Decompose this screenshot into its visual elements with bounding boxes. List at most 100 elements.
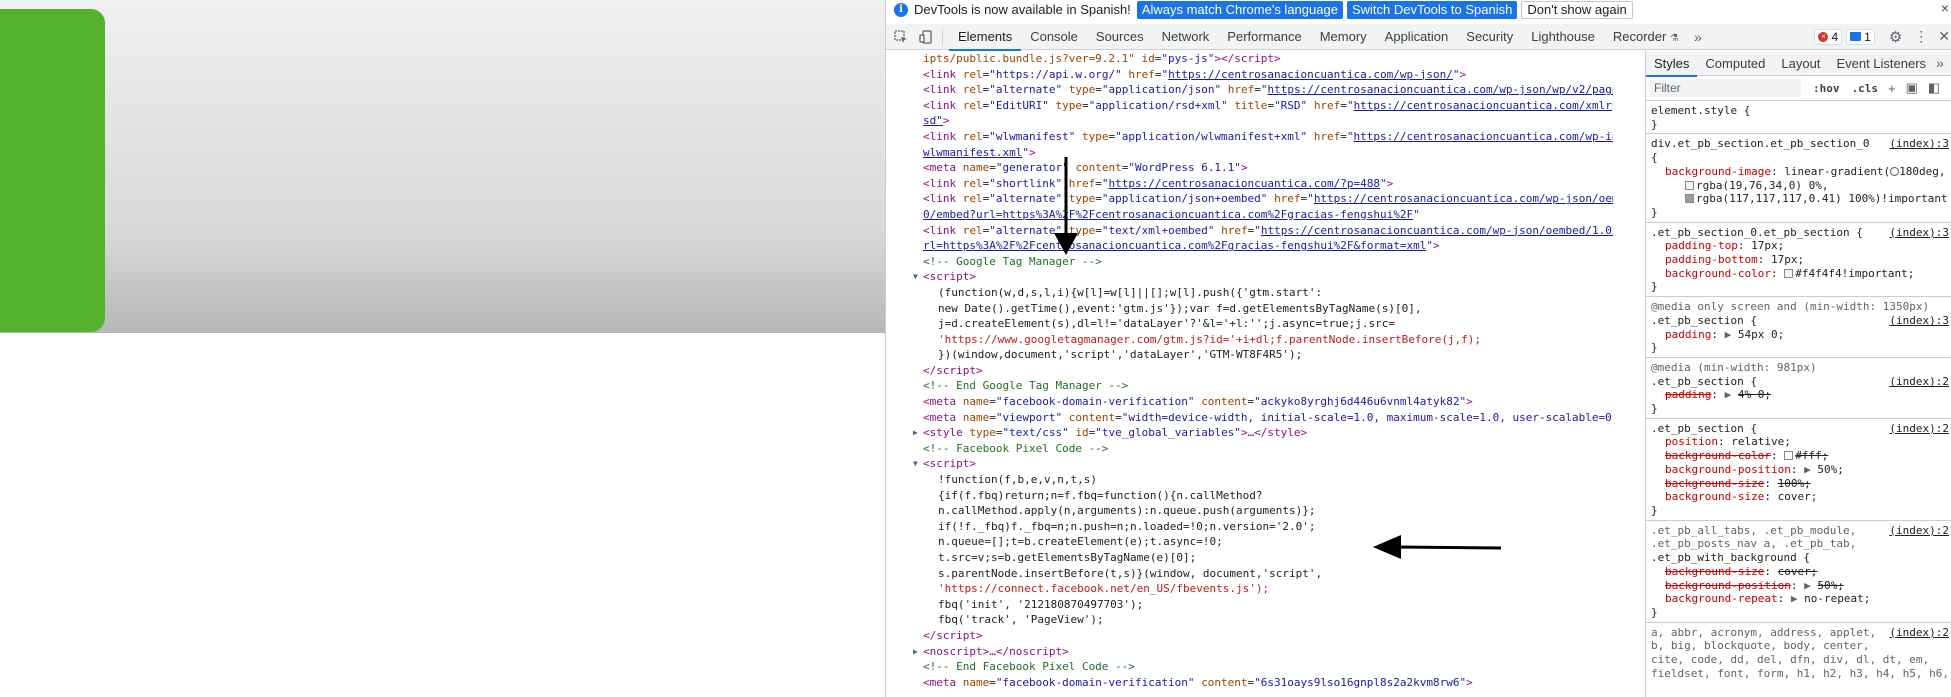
dom-line[interactable]: <link rel="https://api.w.org/" href="htt… bbox=[886, 67, 1613, 83]
href-link-cont[interactable]: wlwmanifest.xml bbox=[923, 146, 1022, 159]
dom-line[interactable]: n.callMethod.apply(n,arguments):n.queue.… bbox=[886, 503, 1613, 519]
href-link[interactable]: https://centrosanacioncuantica.com/wp-js… bbox=[1168, 68, 1453, 81]
declaration[interactable]: padding-bottom: 17px; bbox=[1651, 253, 1951, 267]
tab-memory[interactable]: Memory bbox=[1311, 24, 1376, 50]
sidebar-toggle-icon[interactable]: ◧ bbox=[1928, 80, 1940, 96]
color-swatch[interactable] bbox=[1784, 268, 1794, 278]
expand-triangle-icon[interactable]: ▶ bbox=[913, 425, 918, 441]
tab-elements[interactable]: Elements bbox=[949, 24, 1022, 51]
dom-line[interactable]: <link rel="alternate" type="application/… bbox=[886, 82, 1613, 98]
expand-triangle-icon[interactable]: ▼ bbox=[913, 269, 918, 285]
tab-event-listeners[interactable]: Event Listeners bbox=[1828, 51, 1934, 76]
dom-line[interactable]: {if(f.fbq)return;n=f.fbq=function(){n.ca… bbox=[886, 488, 1613, 504]
href-link-cont[interactable]: rl=https%3A%2F%2Fcentrosanacioncuantica.… bbox=[923, 239, 1426, 252]
dom-line[interactable]: rl=https%3A%2F%2Fcentrosanacioncuantica.… bbox=[886, 238, 1613, 254]
tab-performance[interactable]: Performance bbox=[1218, 24, 1310, 50]
gear-icon[interactable]: ⚙ bbox=[1889, 28, 1902, 46]
dom-line[interactable]: wlwmanifest.xml"> bbox=[886, 145, 1613, 161]
color-swatch[interactable] bbox=[1685, 194, 1694, 204]
more-sidebar-tabs-icon[interactable]: » bbox=[1936, 55, 1944, 71]
tab-styles[interactable]: Styles bbox=[1646, 51, 1698, 77]
error-count-badge[interactable]: × 4 bbox=[1814, 28, 1843, 45]
expand-triangle-icon[interactable]: ▶ bbox=[1804, 463, 1811, 476]
declaration[interactable]: background-position: ▶ 50%; bbox=[1651, 463, 1951, 477]
tab-security[interactable]: Security bbox=[1457, 24, 1522, 50]
dom-line[interactable]: 'https://www.googletagmanager.com/gtm.js… bbox=[886, 332, 1613, 348]
tab-lighthouse[interactable]: Lighthouse bbox=[1522, 24, 1604, 50]
expand-triangle-icon[interactable]: ▶ bbox=[913, 644, 918, 660]
dom-line[interactable]: <link rel="alternate" type="text/xml+oem… bbox=[886, 223, 1613, 239]
dom-line[interactable]: </script> bbox=[886, 628, 1613, 644]
href-link[interactable]: https://centrosanacioncuantica.com/wp-js… bbox=[1261, 224, 1613, 237]
dom-line[interactable]: new Date().getTime(),event:'gtm.js'});va… bbox=[886, 301, 1613, 317]
dom-line[interactable]: <!-- End Facebook Pixel Code --> bbox=[886, 659, 1613, 675]
rule-source-link[interactable]: (index):3 bbox=[1889, 137, 1949, 152]
inspect-element-icon[interactable] bbox=[891, 27, 911, 47]
declaration[interactable]: background-image: linear-gradient(180deg… bbox=[1651, 165, 1951, 179]
dom-line[interactable]: j=d.createElement(s),dl=l!='dataLayer'?'… bbox=[886, 316, 1613, 332]
dom-line[interactable]: <link rel="EditURI" type="application/rs… bbox=[886, 98, 1613, 114]
rule-source-link[interactable]: (index):2 bbox=[1889, 625, 1949, 640]
more-tabs-icon[interactable]: » bbox=[1694, 29, 1702, 45]
green-card[interactable] bbox=[0, 9, 105, 332]
kebab-menu-icon[interactable]: ⋮ bbox=[1914, 28, 1928, 45]
href-link[interactable]: https://centrosanacioncuantica.com/?p=48… bbox=[1108, 177, 1380, 190]
device-toolbar-icon[interactable] bbox=[916, 27, 936, 47]
href-link[interactable]: https://centrosanacioncuantica.com/wp-js… bbox=[1314, 192, 1613, 205]
dom-line[interactable]: ▶ <style type="text/css" id="tve_global_v… bbox=[886, 425, 1613, 441]
declaration[interactable]: background-color: #f4f4f4!important; bbox=[1651, 267, 1951, 281]
dom-line[interactable]: <meta name="facebook-domain-verification… bbox=[886, 675, 1613, 691]
expand-triangle-icon[interactable]: ▶ bbox=[1725, 328, 1732, 341]
dom-line[interactable]: !function(f,b,e,v,n,t,s) bbox=[886, 472, 1613, 488]
dom-line[interactable]: <link rel="shortlink" href="https://cent… bbox=[886, 176, 1613, 192]
expand-triangle-icon[interactable]: ▼ bbox=[913, 456, 918, 472]
dom-line[interactable]: <!-- Google Tag Manager --> bbox=[886, 254, 1613, 270]
dom-line[interactable]: ipts/public.bundle.js?ver=9.2.1" id="pys… bbox=[886, 51, 1613, 67]
color-swatch[interactable] bbox=[1685, 180, 1694, 190]
dom-line[interactable]: 0/embed?url=https%3A%2F%2Fcentrosanacion… bbox=[886, 207, 1613, 223]
declaration[interactable]: background-size: cover; bbox=[1651, 490, 1951, 504]
dom-line[interactable]: s.parentNode.insertBefore(t,s)}(window, … bbox=[886, 566, 1613, 582]
dom-line[interactable]: fbq('init', '212180870497703'); bbox=[886, 597, 1613, 613]
switch-language-button[interactable]: Switch DevTools to Spanish bbox=[1346, 0, 1518, 19]
dom-line[interactable]: <!-- End Google Tag Manager --> bbox=[886, 378, 1613, 394]
dom-line[interactable]: <!-- Facebook Pixel Code --> bbox=[886, 441, 1613, 457]
tab-application[interactable]: Application bbox=[1376, 24, 1458, 50]
href-link-cont[interactable]: 0/embed?url=https%3A%2F%2Fcentrosanacion… bbox=[923, 208, 1413, 221]
dom-line[interactable]: </script> bbox=[886, 363, 1613, 379]
declaration[interactable]: background-position: ▶ 50%; bbox=[1651, 579, 1951, 593]
declaration[interactable]: padding: ▶ 4% 0; bbox=[1651, 388, 1951, 402]
close-icon[interactable]: × bbox=[1941, 0, 1949, 16]
dom-line[interactable]: <meta name="viewport" content="width=dev… bbox=[886, 410, 1613, 426]
message-count-badge[interactable]: 1 bbox=[1846, 28, 1875, 45]
paint-icon[interactable]: ▣ bbox=[1906, 80, 1918, 96]
add-rule-icon[interactable]: + bbox=[1888, 81, 1896, 96]
dom-line[interactable]: n.queue=[];t=b.createElement(e);t.async=… bbox=[886, 534, 1613, 550]
dom-line[interactable]: if(!f._fbq)f._fbq=n;n.push=n;n.loaded=!0… bbox=[886, 519, 1613, 535]
dom-line[interactable]: (function(w,d,s,l,i){w[l]=w[l]||[];w[l].… bbox=[886, 285, 1613, 301]
rule-source-link[interactable]: (index):2 bbox=[1889, 374, 1949, 389]
tab-layout[interactable]: Layout bbox=[1773, 51, 1828, 76]
tab-computed[interactable]: Computed bbox=[1697, 51, 1773, 76]
match-language-button[interactable]: Always match Chrome's language bbox=[1136, 0, 1343, 19]
declaration[interactable]: background-size: cover; bbox=[1651, 565, 1951, 579]
tab-sources[interactable]: Sources bbox=[1087, 24, 1153, 50]
dom-line[interactable]: ▼ <script> bbox=[886, 269, 1613, 285]
expand-triangle-icon[interactable]: ▶ bbox=[1791, 592, 1798, 605]
declaration[interactable]: padding: ▶ 54px 0; bbox=[1651, 328, 1951, 342]
rule-source-link[interactable]: (index):2 bbox=[1889, 523, 1949, 538]
dom-line[interactable]: sd"> bbox=[886, 113, 1613, 129]
dom-line[interactable]: fbq('track', 'PageView'); bbox=[886, 612, 1613, 628]
declaration[interactable]: padding-top: 17px; bbox=[1651, 239, 1951, 253]
dom-line[interactable]: <meta name="generator" content="WordPres… bbox=[886, 160, 1613, 176]
href-link[interactable]: https://centrosanacioncuantica.com/wp-in… bbox=[1354, 130, 1613, 143]
expand-triangle-icon[interactable]: ▶ bbox=[1725, 388, 1732, 401]
expand-triangle-icon[interactable]: ▶ bbox=[1804, 579, 1811, 592]
rule-source-link[interactable]: (index):3 bbox=[1889, 314, 1949, 328]
declaration[interactable]: background-color: #fff; bbox=[1651, 449, 1951, 463]
dont-show-again-button[interactable]: Don't show again bbox=[1521, 0, 1633, 19]
class-toggle-button[interactable]: .cls bbox=[1852, 82, 1879, 95]
close-devtools-icon[interactable]: ✕ bbox=[1938, 28, 1950, 45]
dom-line[interactable]: 'https://connect.facebook.net/en_US/fbev… bbox=[886, 581, 1613, 597]
declaration[interactable]: position: relative; bbox=[1651, 435, 1951, 449]
